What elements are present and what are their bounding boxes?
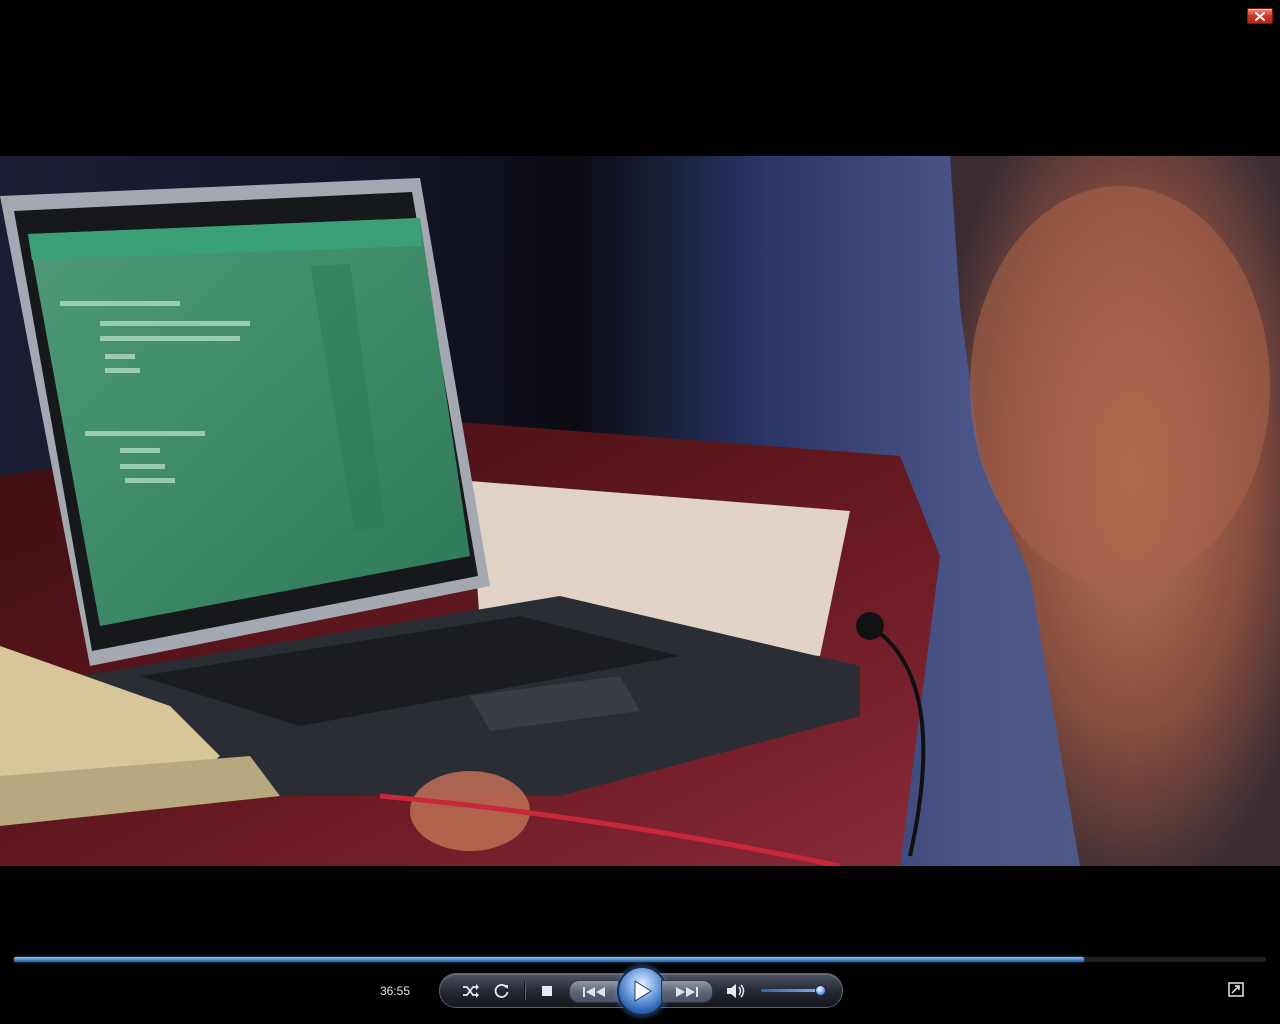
speaker-icon [727, 983, 745, 998]
control-separator [524, 982, 526, 1000]
video-display[interactable] [0, 156, 1280, 866]
repeat-button[interactable] [490, 974, 514, 1007]
fullscreen-button[interactable] [1228, 982, 1244, 997]
previous-button[interactable] [569, 980, 619, 1003]
next-button[interactable] [661, 980, 713, 1003]
shuffle-button[interactable] [458, 974, 484, 1007]
repeat-icon [494, 983, 509, 998]
play-icon [634, 980, 652, 1002]
video-frame [0, 156, 1280, 866]
stop-button[interactable] [536, 974, 558, 1007]
elapsed-time: 36:55 [380, 984, 411, 998]
seek-progress [14, 957, 1085, 962]
volume-knob[interactable] [814, 985, 826, 996]
close-icon [1255, 11, 1265, 21]
play-button[interactable] [617, 966, 667, 1016]
next-icon [676, 986, 698, 997]
seek-bar[interactable] [14, 957, 1266, 962]
fullscreen-icon [1228, 982, 1244, 997]
mute-button[interactable] [724, 974, 748, 1007]
previous-icon [583, 986, 605, 997]
close-button[interactable] [1247, 8, 1273, 24]
shuffle-icon [463, 983, 479, 998]
stop-icon [542, 985, 552, 996]
volume-slider[interactable] [761, 985, 826, 996]
transport-controls [439, 966, 843, 1016]
